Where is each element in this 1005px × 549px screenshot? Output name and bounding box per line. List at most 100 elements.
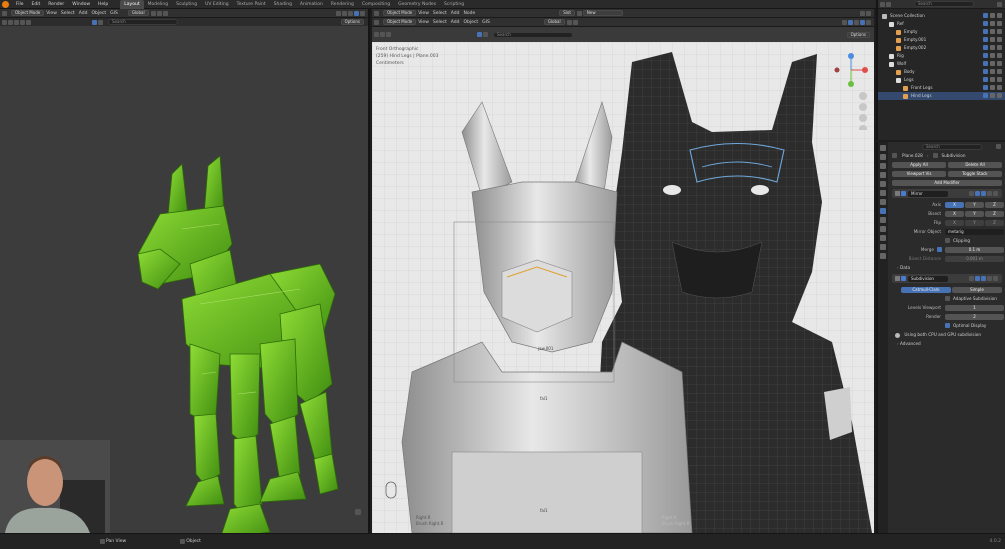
checkbox-icon[interactable] [983,29,988,34]
filter-icon[interactable] [483,32,488,37]
transform-orientation-dropdown[interactable]: Global [543,19,565,25]
slot-dropdown[interactable]: Slot [559,10,575,16]
gizmo-x-axis[interactable] [862,67,868,73]
pivot-icon[interactable] [566,19,572,25]
apply-all-button[interactable]: Apply All [892,161,946,168]
menu-gis[interactable]: GIS [110,11,118,16]
adaptive-checkbox[interactable] [945,296,950,301]
left-search-input[interactable]: Search [108,19,178,25]
modifier-tab-icon[interactable] [880,208,886,214]
menu-select[interactable]: Select [433,20,447,25]
mirror-modifier-header[interactable]: Mirror [892,189,1002,198]
move-icon[interactable] [386,32,391,37]
editor-type-icon-2[interactable] [374,19,379,25]
camera-icon[interactable] [997,93,1002,98]
mirror-object-field[interactable]: metarig [945,228,1004,235]
checkbox-icon[interactable] [983,85,988,90]
menu-render[interactable]: Render [44,2,68,7]
flip-y-toggle[interactable]: Y [965,219,984,226]
outliner-item[interactable]: Rig [878,52,1005,60]
checkbox-icon[interactable] [983,13,988,18]
delete-all-button[interactable]: Delete All [948,161,1002,168]
axis-x-toggle[interactable]: X [945,201,964,208]
select-mode-icon[interactable] [477,32,482,37]
eye-icon[interactable] [990,69,995,74]
menu-object[interactable]: Object [92,11,107,16]
eye-icon[interactable] [990,45,995,50]
middle-options-button[interactable]: Options [846,31,870,38]
gizmo-z-axis[interactable] [848,53,854,59]
render-tab-icon[interactable] [880,154,886,160]
chevron-down-icon[interactable] [895,276,900,281]
navigation-gizmo[interactable] [832,50,870,130]
toggle-stack-button[interactable]: Toggle Stack [948,170,1002,177]
menu-view[interactable]: View [418,20,429,25]
levels-viewport-field[interactable]: 1 [945,304,1004,311]
close-icon[interactable] [993,191,998,196]
outliner-item[interactable]: Empty.001 [878,36,1005,44]
menu-edit[interactable]: Edit [28,2,45,7]
tab-animation[interactable]: Animation [296,0,327,9]
pivot-icon[interactable] [150,10,156,16]
rotate-icon[interactable] [20,19,25,25]
snap-icon[interactable] [572,19,578,25]
shading-solid-icon[interactable] [354,10,359,16]
blender-logo-icon[interactable] [2,0,9,8]
eye-icon[interactable] [990,77,995,82]
gizmo-y-axis[interactable] [848,81,854,87]
advanced-subpanel[interactable]: › Advanced [889,339,1005,348]
select-box-icon[interactable] [2,19,7,25]
overlay-icon[interactable] [854,19,859,25]
mode-dropdown[interactable]: Object Mode [383,19,417,25]
tab-modeling[interactable]: Modeling [144,0,172,9]
flip-x-toggle[interactable]: X [945,219,964,226]
pin-icon[interactable] [996,144,1001,149]
render-levels-field[interactable]: 2 [945,313,1004,320]
outliner-item[interactable]: Empty [878,28,1005,36]
tab-uv-editing[interactable]: UV Editing [201,0,232,9]
tab-scripting[interactable]: Scripting [440,0,468,9]
outliner-item[interactable]: Ref [878,20,1005,28]
eye-icon[interactable] [990,93,995,98]
flip-z-toggle[interactable]: Z [985,219,1004,226]
merge-distance-field[interactable]: 0.1 m [945,246,1004,253]
physics-tab-icon[interactable] [880,226,886,232]
menu-help[interactable]: Help [94,2,112,7]
checkbox-icon[interactable] [983,21,988,26]
camera-view-icon[interactable] [859,114,867,122]
middle-3d-viewport[interactable]: Object Mode View Select Add Node Slot Ne… [372,9,874,533]
tab-sculpting[interactable]: Sculpting [172,0,201,9]
eye-icon[interactable] [990,53,995,58]
overlay-icon[interactable] [348,10,353,16]
overlay-icon[interactable] [866,10,871,16]
subdivision-name-field[interactable]: Subdivision [908,275,948,282]
visibility-icon[interactable] [842,19,847,25]
optimal-display-checkbox[interactable] [945,323,950,328]
outliner-item[interactable]: Legs [878,76,1005,84]
middle-search-input[interactable]: Search [493,31,573,38]
outliner-item[interactable]: Wolf [878,60,1005,68]
viewport-icon[interactable] [975,276,980,281]
proportional-icon[interactable] [162,10,168,16]
left-3d-viewport[interactable]: Object Mode View Select Add Object GIS G… [0,9,370,540]
filter-icon[interactable] [98,19,103,25]
bisect-z-toggle[interactable]: Z [985,210,1004,217]
eye-icon[interactable] [990,85,995,90]
shading-material-icon[interactable] [866,19,871,25]
render-icon[interactable] [981,276,986,281]
robot-head-scene[interactable]: Front Orthographic (259) Hind Legs | Pla… [372,42,874,533]
tab-layout[interactable]: Layout [120,0,144,9]
menu-object[interactable]: Object [464,20,479,25]
tab-rendering[interactable]: Rendering [327,0,358,9]
camera-icon[interactable] [997,53,1002,58]
tab-compositing[interactable]: Compositing [358,0,394,9]
merge-checkbox[interactable] [937,247,942,252]
dropdown-icon[interactable] [987,276,992,281]
outliner-item[interactable]: Scene Collection [878,12,1005,20]
shading-solid-icon[interactable] [860,19,865,25]
pin-icon[interactable] [860,10,865,16]
viewport-vis-button[interactable]: Viewport Vis [892,170,946,177]
checkbox-icon[interactable] [983,61,988,66]
camera-icon[interactable] [997,21,1002,26]
new-material-button[interactable]: New [582,10,623,16]
